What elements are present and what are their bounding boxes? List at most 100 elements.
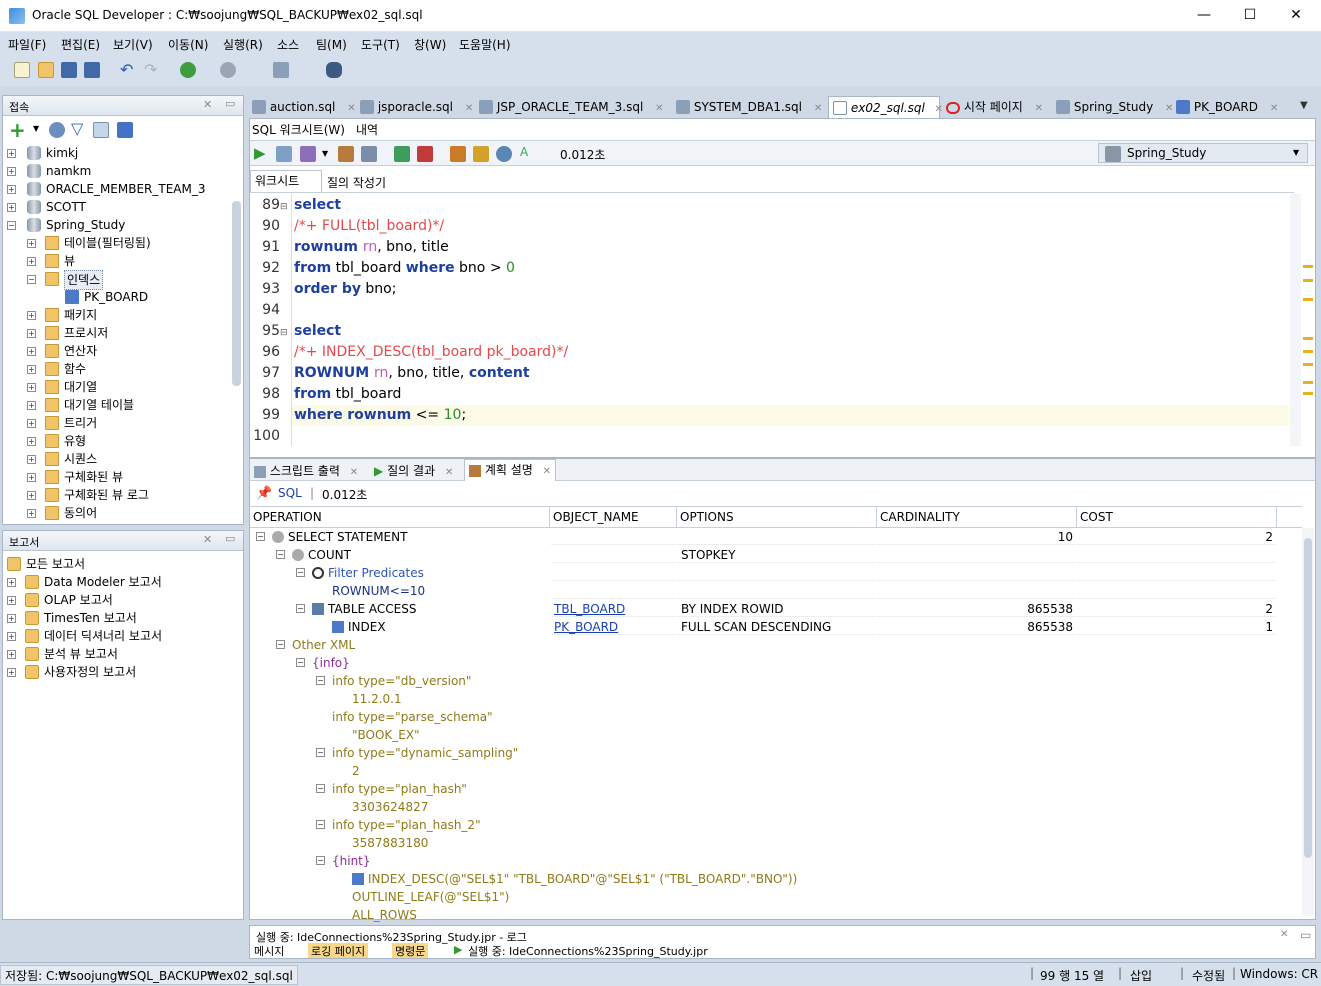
table-row[interactable]: 3303624827	[250, 798, 1302, 816]
plan-scrollbar[interactable]	[1302, 528, 1314, 916]
object-name-cell[interactable]: PK_BOARD	[551, 618, 676, 635]
close-panel-icon[interactable]: ✕	[1280, 929, 1288, 940]
manage-icon[interactable]	[117, 122, 133, 138]
code-line[interactable]: 99 where rownum <= 10;	[250, 405, 466, 426]
commit-icon[interactable]	[394, 146, 410, 162]
menu-window[interactable]: 창(W)	[414, 36, 446, 53]
format-icon[interactable]: A	[520, 145, 528, 159]
table-row[interactable]: info type="parse_schema"	[250, 708, 1302, 726]
schema-browser-icon[interactable]	[93, 122, 109, 138]
run-statement-icon[interactable]: ▶	[254, 144, 266, 162]
save-all-icon[interactable]	[84, 62, 100, 78]
close-button[interactable]: ✕	[1273, 0, 1319, 31]
history-icon[interactable]	[496, 146, 512, 162]
table-row[interactable]: OUTLINE_LEAF(@"SEL$1")	[250, 888, 1302, 906]
tree-expander-icon[interactable]: −	[316, 748, 325, 757]
fold-icon[interactable]: ⊟	[280, 197, 294, 218]
tab-jsporacle-sql[interactable]: jsporacle.sql ✕	[360, 96, 473, 118]
tab-running-log[interactable]: 실행 중: IdeConnections%23Spring_Study.jpr	[468, 943, 708, 958]
code-line[interactable]: 97 ROWNUM rn, bno, title, content	[250, 363, 529, 384]
minimize-button[interactable]: —	[1181, 0, 1227, 31]
tree-expander-icon[interactable]: −	[316, 856, 325, 865]
clear-icon[interactable]	[473, 146, 489, 162]
sql-worksheet-icon[interactable]	[273, 62, 289, 78]
col-operation[interactable]: OPERATION	[250, 507, 550, 527]
tab-list-icon[interactable]: ▼	[1300, 100, 1314, 114]
close-panel-icon[interactable]: ✕	[203, 98, 212, 111]
tab-script-output[interactable]: 스크립트 출력 ✕	[254, 462, 358, 479]
save-icon[interactable]	[61, 62, 77, 78]
col-object-name[interactable]: OBJECT_NAME	[550, 507, 677, 527]
tree-expander-icon[interactable]: −	[256, 532, 265, 541]
open-icon[interactable]	[38, 62, 54, 78]
table-row[interactable]: − TABLE ACCESS TBL_BOARD BY INDEX ROWID 8655…	[250, 600, 1302, 618]
menu-help[interactable]: 도움말(H)	[459, 36, 511, 53]
table-row[interactable]: − Filter Predicates	[250, 564, 1302, 582]
menu-view[interactable]: 보기(V)	[113, 36, 153, 53]
back-icon[interactable]	[180, 62, 196, 78]
menu-navigate[interactable]: 이동(N)	[168, 36, 208, 53]
code-line[interactable]: 90 /*+ FULL(tbl_board)*/	[250, 216, 444, 237]
table-row[interactable]: INDEX PK_BOARD FULL SCAN DESCENDING 865538 1	[250, 618, 1302, 636]
tab-logging-page[interactable]: 로깅 페이지	[308, 943, 369, 958]
tab-jsp-oracle-team[interactable]: JSP_ORACLE_TEAM_3.sql ✕	[479, 96, 664, 118]
tab-system-dba1[interactable]: SYSTEM_DBA1.sql ✕	[676, 96, 822, 118]
new-icon[interactable]	[14, 62, 30, 78]
tree-expander-icon[interactable]: −	[276, 640, 285, 649]
chevron-down-icon[interactable]: ▼	[33, 124, 39, 133]
menu-team[interactable]: 팀(M)	[316, 36, 347, 53]
tree-expander-icon[interactable]: −	[276, 550, 285, 559]
menu-file[interactable]: 파일(F)	[8, 36, 46, 53]
tab-query-builder[interactable]: 질의 작성기	[327, 174, 386, 191]
table-row[interactable]: 2	[250, 762, 1302, 780]
table-row[interactable]: − SELECT STATEMENT 10 2	[250, 528, 1302, 546]
code-line[interactable]: 100	[250, 426, 294, 447]
tab-auction-sql[interactable]: auction.sql ✕	[252, 96, 356, 118]
table-row[interactable]: − {info}	[250, 654, 1302, 672]
close-panel-icon[interactable]: ✕	[203, 533, 212, 546]
table-row[interactable]: ALL_ROWS	[250, 906, 1302, 924]
tab-messages[interactable]: 메시지	[254, 943, 284, 958]
table-row[interactable]: 3587883180	[250, 834, 1302, 852]
tree-expander-icon[interactable]: −	[296, 658, 305, 667]
refresh-icon[interactable]	[49, 122, 65, 138]
code-line[interactable]: 89⊟ select	[250, 195, 341, 216]
table-row[interactable]: "BOOK_EX"	[250, 726, 1302, 744]
connection-select[interactable]: Spring_Study ▼	[1098, 143, 1308, 163]
menu-run[interactable]: 실행(R)	[223, 36, 263, 53]
binoculars-icon[interactable]	[326, 62, 342, 78]
table-row[interactable]: − {hint}	[250, 852, 1302, 870]
table-row[interactable]: − info type="dynamic_sampling"	[250, 744, 1302, 762]
code-line[interactable]: 91 rownum rn, bno, title	[250, 237, 449, 258]
menu-source[interactable]: 소스	[277, 36, 299, 53]
rollback-icon[interactable]	[417, 146, 433, 162]
menu-tools[interactable]: 도구(T)	[361, 36, 400, 53]
table-row[interactable]: − info type="plan_hash"	[250, 780, 1302, 798]
table-row[interactable]: − info type="db_version"	[250, 672, 1302, 690]
table-row[interactable]: − COUNT STOPKEY	[250, 546, 1302, 564]
code-line[interactable]: 95⊟ select	[250, 321, 341, 342]
tree-expander-icon[interactable]: −	[316, 820, 325, 829]
object-name-cell[interactable]: TBL_BOARD	[551, 600, 676, 617]
forward-icon[interactable]	[220, 62, 236, 78]
col-cardinality[interactable]: CARDINALITY	[877, 507, 1077, 527]
code-line[interactable]: 94	[250, 300, 294, 321]
tab-ex02-sql[interactable]: ex02_sql.sql ✕	[828, 96, 943, 118]
code-line[interactable]: 93 order by bno;	[250, 279, 396, 300]
add-connection-icon[interactable]: +	[9, 118, 26, 142]
menu-edit[interactable]: 편집(E)	[61, 36, 100, 53]
sql-link[interactable]: SQL	[278, 486, 302, 500]
tab-explain-plan[interactable]: 계획 설명 ✕	[464, 459, 557, 481]
col-cost[interactable]: COST	[1077, 507, 1277, 527]
table-row[interactable]: 11.2.0.1	[250, 690, 1302, 708]
tree-expander-icon[interactable]: −	[316, 784, 325, 793]
table-row[interactable]: − info type="plan_hash_2"	[250, 816, 1302, 834]
tab-statements[interactable]: 명령문	[392, 943, 429, 958]
maximize-button[interactable]: ☐	[1227, 0, 1273, 31]
tab-history[interactable]: 내역	[356, 121, 378, 138]
redo-icon[interactable]: ↷	[144, 62, 160, 78]
fold-icon[interactable]: ⊟	[280, 323, 294, 344]
sql-tuning-icon[interactable]	[361, 146, 377, 162]
connections-scrollbar[interactable]	[232, 201, 241, 386]
tree-expander-icon[interactable]: −	[316, 676, 325, 685]
